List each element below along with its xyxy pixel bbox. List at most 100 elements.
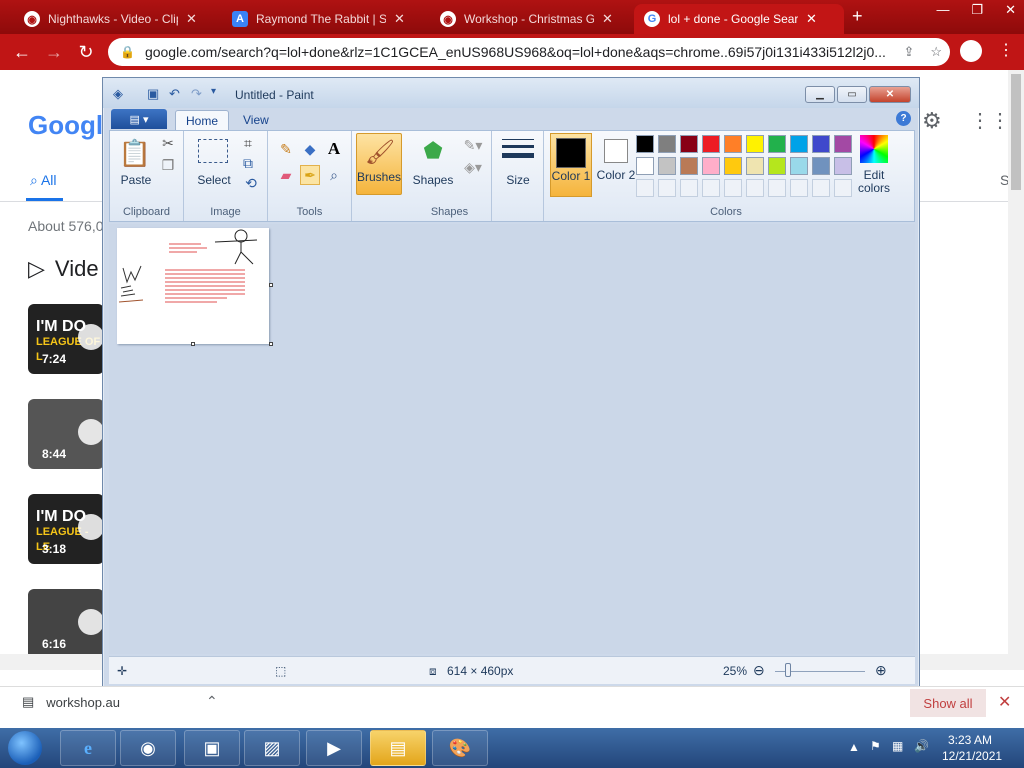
custom-color-slot[interactable]: [680, 179, 698, 197]
star-icon[interactable]: ☆: [930, 44, 942, 60]
color-swatch[interactable]: [746, 157, 764, 175]
color-swatch[interactable]: [746, 135, 764, 153]
back-icon[interactable]: ←: [6, 42, 38, 63]
redo-icon[interactable]: ↷: [191, 86, 202, 102]
computer-icon[interactable]: ▣: [184, 730, 240, 766]
fill-shape-icon[interactable]: ◈▾: [462, 159, 484, 175]
browser-tab-4[interactable]: G lol + done - Google Search ✕: [634, 4, 844, 34]
resize-handle[interactable]: [191, 342, 195, 346]
close-button[interactable]: ✕: [869, 86, 911, 103]
resize-handle[interactable]: [269, 342, 273, 346]
chevron-up-icon[interactable]: ⌃: [206, 693, 218, 710]
cut-icon[interactable]: ✂: [160, 135, 176, 151]
pencil-icon[interactable]: ✎: [276, 139, 296, 159]
close-icon[interactable]: ✕: [998, 692, 1011, 712]
color-swatch[interactable]: [768, 135, 786, 153]
minimize-button[interactable]: ▁: [805, 86, 835, 103]
customize-icon[interactable]: ▾: [211, 86, 216, 97]
video-thumbnail[interactable]: I'M DO LEAGUE OF L 7:24: [28, 304, 104, 374]
size-button[interactable]: Size: [496, 173, 540, 187]
show-hidden-icons-icon[interactable]: ▲: [848, 740, 860, 754]
color-swatch[interactable]: [768, 157, 786, 175]
size-lines-icon[interactable]: [502, 139, 534, 167]
fill-icon[interactable]: ◆: [300, 139, 320, 159]
network-icon[interactable]: ▦: [892, 739, 903, 753]
profile-avatar[interactable]: [960, 40, 982, 62]
play-icon[interactable]: [78, 324, 104, 350]
file-menu-button[interactable]: ▤ ▾: [111, 109, 167, 129]
custom-color-slot[interactable]: [658, 179, 676, 197]
play-icon[interactable]: [78, 419, 104, 445]
play-icon[interactable]: [78, 609, 104, 635]
video-thumbnail[interactable]: I'M DO LEAGUE - LE 3:18: [28, 494, 104, 564]
color-swatch[interactable]: [702, 135, 720, 153]
zoom-slider-thumb[interactable]: [785, 663, 791, 677]
color-swatch[interactable]: [702, 157, 720, 175]
restore-icon[interactable]: ❐: [971, 2, 983, 18]
custom-color-slot[interactable]: [834, 179, 852, 197]
close-icon[interactable]: ✕: [602, 11, 613, 27]
action-center-icon[interactable]: ⚑: [870, 739, 881, 753]
paste-button[interactable]: Paste: [114, 173, 158, 187]
crop-icon[interactable]: ⌗: [240, 135, 256, 151]
chrome-icon[interactable]: ◉: [120, 730, 176, 766]
new-tab-icon[interactable]: +: [852, 6, 863, 27]
color-swatch[interactable]: [812, 135, 830, 153]
paint-title-bar[interactable]: ◈ ▣ ↶ ↷ ▾ Untitled - Paint ▁ ▭ ✕: [103, 78, 919, 108]
custom-color-slot[interactable]: [702, 179, 720, 197]
color-swatch[interactable]: [680, 157, 698, 175]
select-icon[interactable]: [198, 139, 228, 163]
volume-icon[interactable]: 🔊: [914, 739, 929, 753]
color-swatch[interactable]: [658, 135, 676, 153]
color-swatch[interactable]: [658, 157, 676, 175]
rotate-icon[interactable]: ⟲: [240, 175, 262, 191]
color-swatch[interactable]: [636, 157, 654, 175]
resize-icon[interactable]: ⧉: [240, 155, 256, 171]
custom-color-slot[interactable]: [724, 179, 742, 197]
browser-tab-3[interactable]: ◉ Workshop - Christmas Gift ✕: [430, 4, 630, 34]
page-scrollbar[interactable]: [1008, 70, 1024, 654]
close-icon[interactable]: ✕: [806, 11, 817, 27]
shapes-icon[interactable]: ⬟: [418, 135, 448, 167]
media-player-icon[interactable]: ▶: [306, 730, 362, 766]
outline-icon[interactable]: ✎▾: [462, 137, 484, 153]
color-swatch[interactable]: [680, 135, 698, 153]
menu-icon[interactable]: ⋮: [998, 40, 1014, 60]
color-swatch[interactable]: [724, 157, 742, 175]
color-swatch[interactable]: [790, 135, 808, 153]
internet-explorer-icon[interactable]: e: [60, 730, 116, 766]
clock[interactable]: 3:23 AM 12/21/2021: [942, 732, 1002, 764]
download-item[interactable]: ▤ workshop.au: [22, 694, 120, 710]
tab-home[interactable]: Home: [175, 110, 230, 130]
color-picker-icon[interactable]: ✒: [300, 165, 320, 185]
start-button[interactable]: [8, 731, 42, 765]
magnifier-icon[interactable]: ⌕: [324, 165, 344, 185]
resize-handle[interactable]: [269, 283, 273, 287]
custom-color-slot[interactable]: [746, 179, 764, 197]
paste-icon[interactable]: 📋: [119, 137, 151, 169]
copy-icon[interactable]: ❐: [160, 157, 176, 173]
edit-colors-button[interactable]: Edit colors: [854, 133, 894, 197]
maximize-button[interactable]: ▭: [837, 86, 867, 103]
close-icon[interactable]: ✕: [186, 11, 197, 27]
close-icon[interactable]: ✕: [1005, 2, 1016, 18]
custom-color-slot[interactable]: [790, 179, 808, 197]
browser-tab-1[interactable]: ◉ Nighthawks - Video - Clip ✕: [14, 4, 214, 34]
text-icon[interactable]: A: [324, 139, 344, 159]
drawing-canvas[interactable]: [117, 228, 273, 346]
browser-tab-2[interactable]: A Raymond The Rabbit | Sp ✕: [222, 4, 422, 34]
minimize-icon[interactable]: —: [936, 2, 949, 18]
select-button[interactable]: Select: [192, 173, 236, 187]
forward-icon[interactable]: →: [38, 42, 70, 63]
save-icon[interactable]: ▣: [147, 86, 159, 102]
brushes-button[interactable]: 🖌 Brushes: [356, 133, 402, 195]
color-swatch[interactable]: [790, 157, 808, 175]
close-icon[interactable]: ✕: [394, 11, 405, 27]
help-icon[interactable]: ?: [896, 111, 911, 126]
custom-color-slot[interactable]: [768, 179, 786, 197]
file-explorer-icon[interactable]: ▤: [370, 730, 426, 766]
tab-view[interactable]: View: [233, 110, 279, 130]
shapes-button[interactable]: Shapes: [410, 173, 456, 187]
custom-color-slot[interactable]: [636, 179, 654, 197]
paint-app-icon[interactable]: ◈: [113, 86, 123, 102]
